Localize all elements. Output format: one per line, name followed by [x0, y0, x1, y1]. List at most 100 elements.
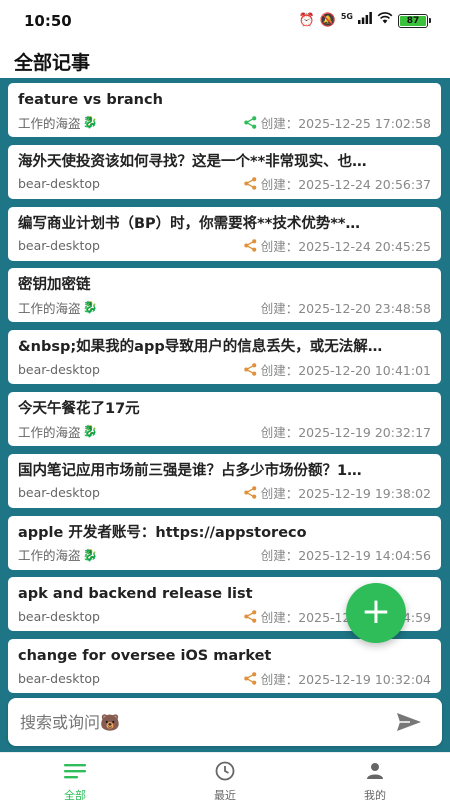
- note-created-label: 创建：2025-12-19 20:32:17: [260, 424, 431, 440]
- note-source: 工作的海盗 🐉: [18, 113, 97, 132]
- status-icons: ⏰ 🔕 5G 87: [298, 11, 431, 29]
- note-created: 创建：2025-12-24 20:56:37: [244, 174, 431, 193]
- note-source-label: 工作的海盗: [18, 548, 81, 564]
- search-bar: [8, 698, 442, 746]
- share-icon[interactable]: [244, 610, 257, 623]
- note-meta: bear-desktop 创建：2025-12-19 19:38:02: [18, 485, 431, 501]
- dragon-icon: 🐉: [82, 547, 98, 562]
- note-meta: 工作的海盗 🐉 创建：2025-12-20 23:48:58: [18, 298, 431, 317]
- share-icon[interactable]: [244, 671, 257, 685]
- note-card[interactable]: &nbsp;如果我的app导致用户的信息丢失，或无法解… bear-desktop…: [8, 330, 441, 385]
- network-type: 5G: [340, 11, 353, 21]
- note-created-label: 创建：2025-12-24 20:56:37: [260, 177, 431, 193]
- list-icon: [35, 761, 115, 781]
- note-source-label: 工作的海盗: [18, 300, 81, 316]
- note-created: 创建：2025-12-20 10:41:01: [244, 360, 431, 379]
- note-card[interactable]: feature vs branch 工作的海盗 🐉 创建：2025-12-25 17:…: [8, 83, 441, 137]
- note-created-label: 创建：2025-12-19 19:38:02: [260, 486, 431, 502]
- note-created: 创建：2025-12-19 10:32:04: [244, 669, 431, 688]
- share-icon[interactable]: [244, 115, 257, 129]
- note-meta: bear-desktop 创建：2025-12-24 20:56:37: [18, 176, 431, 192]
- note-created: 创建：2025-12-25 17:02:58: [244, 113, 431, 132]
- note-source-label: 工作的海盗: [18, 115, 81, 131]
- note-title: apple 开发者账号：https://appstoreco: [18, 524, 307, 541]
- note-card[interactable]: 编写商业计划书（BP）时，你需要将**技术优势**… bear-desktop 创建…: [8, 206, 441, 261]
- note-source: 工作的海盗 🐉: [18, 422, 97, 441]
- note-title: 密钥加密链: [18, 277, 91, 294]
- note-meta: bear-desktop 创建：2025-12-24 20:45:25: [18, 238, 431, 254]
- dragon-icon: 🐉: [82, 115, 98, 129]
- tab-all[interactable]: 全部: [35, 761, 115, 800]
- notes-list[interactable]: feature vs branch 工作的海盗 🐉 创建：2025-12-25 17:…: [0, 78, 450, 752]
- dragon-icon: 🐉: [82, 300, 98, 315]
- tab-all-label: 全部: [64, 789, 86, 800]
- note-card[interactable]: 海外天使投资该如何寻找？这是一个**非常现实、也… bear-desktop 创建：…: [8, 144, 441, 199]
- note-source: bear-desktop: [18, 362, 100, 377]
- mute-icon: 🔕: [319, 12, 336, 28]
- alarm-icon: ⏰: [298, 12, 315, 28]
- note-meta: bear-desktop 创建：2025-12-19 10:32:04: [18, 669, 431, 688]
- note-created: 创建：2025-12-19 20:32:17: [261, 422, 431, 441]
- note-source-label: 工作的海盗: [18, 424, 81, 440]
- dragon-icon: 🐉: [82, 424, 98, 438]
- note-title: 国内笔记应用市场前三强是谁？占多少市场份额？1…: [18, 462, 362, 479]
- note-title: 海外天使投资该如何寻找？这是一个**非常现实、也…: [18, 153, 367, 170]
- note-source-label: bear-desktop: [18, 608, 100, 624]
- note-created: 创建：2025-12-19 19:38:02: [244, 483, 431, 502]
- person-icon: [335, 761, 415, 781]
- status-time: 10:50: [24, 12, 72, 30]
- note-created-label: 创建：2025-12-24 20:45:25: [260, 239, 431, 255]
- add-note-button[interactable]: +: [346, 583, 406, 643]
- note-source-label: bear-desktop: [18, 485, 100, 501]
- note-created-label: 创建：2025-12-19 10:32:04: [260, 671, 431, 687]
- note-created-label: 创建：2025-12-25 17:02:58: [260, 115, 431, 131]
- note-title: 今天午餐花了17元: [18, 401, 140, 417]
- note-meta: 工作的海盗 🐉 创建：2025-12-19 14:04:56: [18, 545, 431, 564]
- note-title: 编写商业计划书（BP）时，你需要将**技术优势**…: [18, 215, 361, 232]
- header: 全部记事: [0, 40, 450, 78]
- note-title: feature vs branch: [18, 92, 163, 108]
- note-card[interactable]: change for oversee iOS market bear-deskto…: [8, 639, 441, 694]
- share-icon[interactable]: [244, 177, 257, 191]
- status-bar: 10:50 ⏰ 🔕 5G 87: [0, 0, 450, 40]
- note-created-label: 创建：2025-12-20 23:48:58: [260, 300, 431, 316]
- send-icon[interactable]: [396, 711, 422, 733]
- note-source: bear-desktop: [18, 176, 100, 191]
- note-source-label: bear-desktop: [18, 176, 100, 192]
- search-input[interactable]: [20, 710, 380, 734]
- note-source: 工作的海盗 🐉: [18, 298, 97, 317]
- tab-mine[interactable]: 我的: [335, 761, 415, 800]
- clock-icon: [185, 761, 265, 781]
- note-card[interactable]: apple 开发者账号：https://appstoreco 工作的海盗 🐉 创建：2…: [8, 515, 441, 570]
- note-source: bear-desktop: [18, 671, 100, 686]
- tab-mine-label: 我的: [364, 789, 386, 800]
- note-card[interactable]: 密钥加密链工作的海盗 🐉 创建：2025-12-20 23:48:58: [8, 268, 441, 323]
- signal-icon: [358, 12, 372, 29]
- note-source: bear-desktop: [18, 485, 100, 500]
- wifi-icon: [377, 12, 393, 29]
- note-title: change for oversee iOS market: [18, 648, 272, 665]
- share-icon[interactable]: [244, 239, 257, 252]
- note-created-label: 创建：2025-12-20 10:41:01: [260, 362, 431, 378]
- note-meta: bear-desktop 创建：2025-12-20 10:41:01: [18, 360, 431, 379]
- note-created: 创建：2025-12-24 20:45:25: [244, 236, 431, 255]
- note-source: bear-desktop: [18, 609, 100, 624]
- note-meta: 工作的海盗 🐉 创建：2025-12-25 17:02:58: [18, 113, 431, 132]
- share-icon[interactable]: [244, 362, 257, 376]
- tab-recent[interactable]: 最近: [185, 761, 265, 800]
- tab-recent-label: 最近: [214, 789, 236, 800]
- share-icon[interactable]: [244, 486, 257, 500]
- note-card[interactable]: 国内笔记应用市场前三强是谁？占多少市场份额？1… bear-desktop 创建：2…: [8, 453, 441, 508]
- note-source-label: bear-desktop: [18, 670, 100, 686]
- note-card[interactable]: 今天午餐花了17元 工作的海盗 🐉 创建：2025-12-19 20:32:17: [8, 392, 441, 446]
- note-title: &nbsp;如果我的app导致用户的信息丢失，或无法解…: [18, 339, 383, 356]
- note-created: 创建：2025-12-20 23:48:58: [261, 298, 431, 317]
- note-source: 工作的海盗 🐉: [18, 545, 97, 564]
- note-source: bear-desktop: [18, 238, 100, 253]
- note-created-label: 创建：2025-12-19 14:04:56: [260, 548, 431, 564]
- note-meta: 工作的海盗 🐉 创建：2025-12-19 20:32:17: [18, 422, 431, 441]
- page-title: 全部记事: [14, 52, 91, 74]
- note-source-label: bear-desktop: [18, 238, 100, 254]
- battery-icon: 87: [398, 13, 431, 28]
- note-created: 创建：2025-12-19 14:04:56: [261, 545, 431, 564]
